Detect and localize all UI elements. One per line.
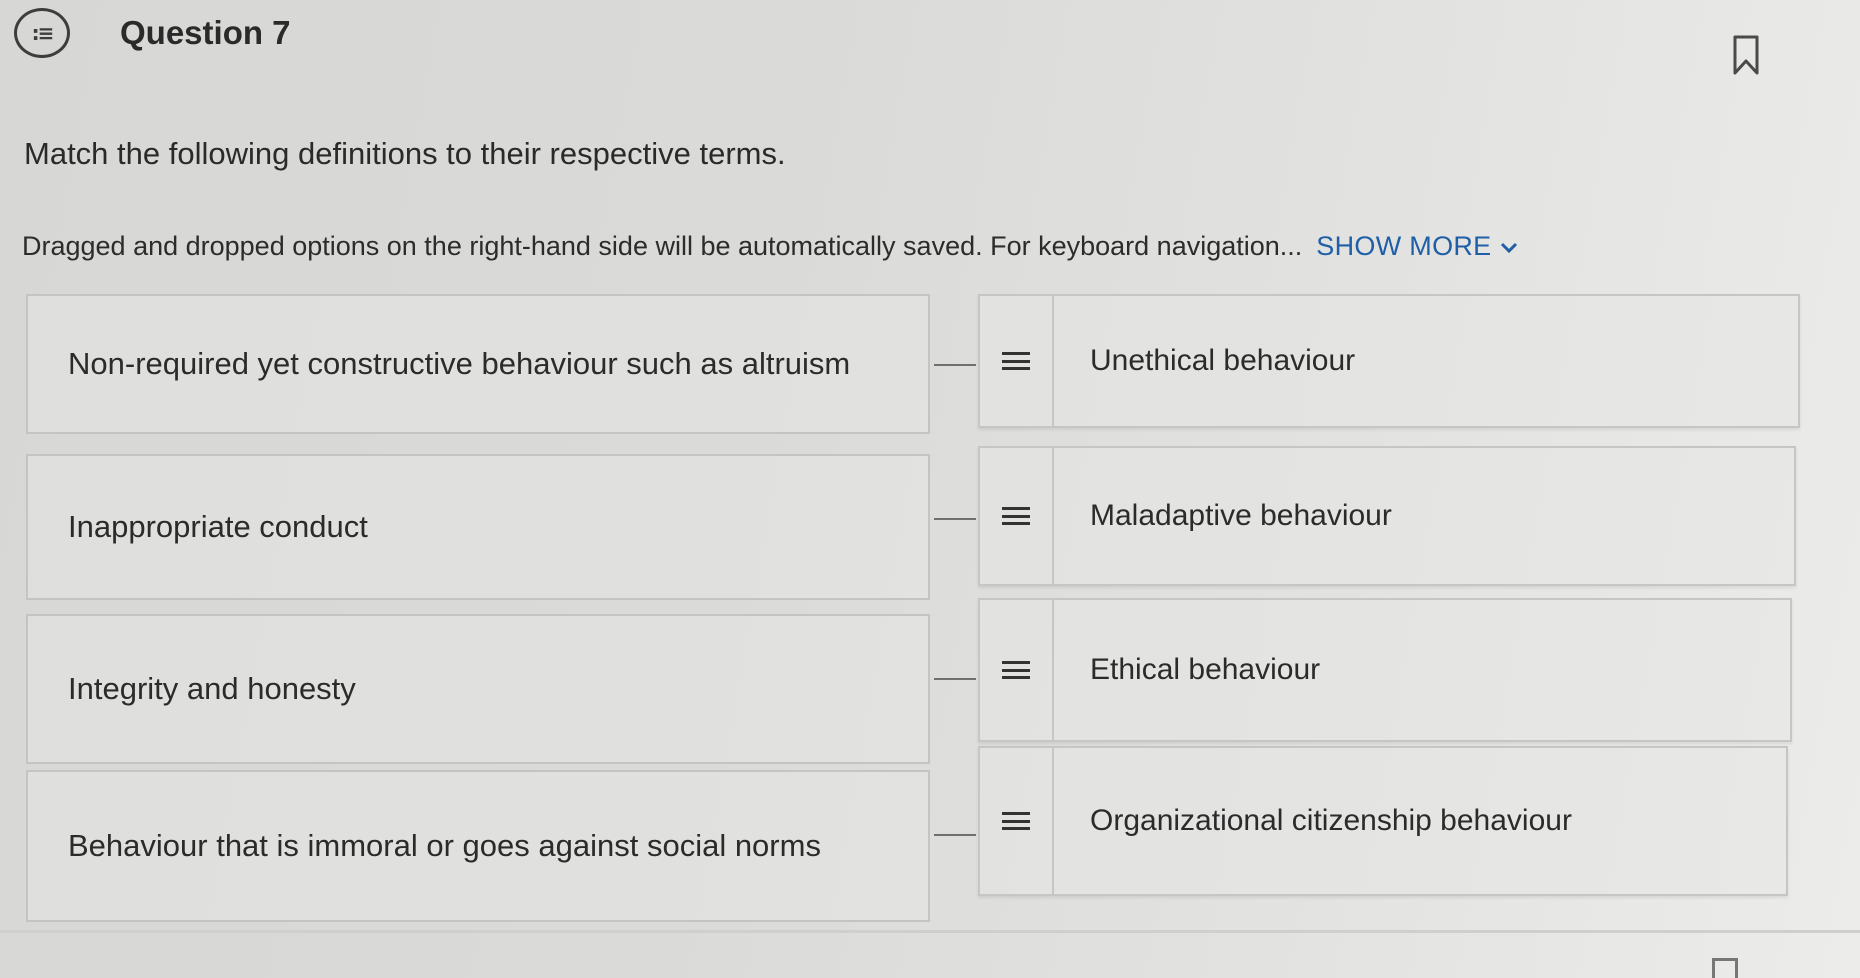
show-more-label[interactable]: SHOW MORE (1316, 231, 1491, 261)
term-text: Organizational citizenship behaviour (1090, 804, 1572, 837)
term-option-1[interactable]: Unethical behaviour (978, 294, 1800, 428)
list-icon[interactable]: :≡ (14, 8, 70, 58)
definition-text: Non-required yet constructive behaviour … (68, 346, 851, 381)
instructions: Dragged and dropped options on the right… (22, 231, 1518, 262)
drag-handle-icon[interactable] (980, 296, 1054, 426)
bookmark-icon[interactable] (1732, 34, 1760, 76)
show-more-link[interactable]: SHOW MORE (1316, 231, 1517, 261)
definition-box-4: Behaviour that is immoral or goes agains… (26, 770, 930, 922)
definition-box-3: Integrity and honesty (26, 614, 930, 764)
partial-icon (1712, 958, 1738, 978)
term-option-2[interactable]: Maladaptive behaviour (978, 446, 1796, 586)
question-header: :≡ Question 7 (14, 8, 291, 58)
question-prompt: Match the following definitions to their… (24, 136, 786, 171)
chevron-down-icon[interactable] (1500, 242, 1518, 254)
definition-box-2: Inappropriate conduct (26, 454, 930, 600)
divider (0, 930, 1860, 933)
instructions-text: Dragged and dropped options on the right… (22, 231, 1303, 261)
connector-line (934, 834, 976, 836)
term-option-4[interactable]: Organizational citizenship behaviour (978, 746, 1788, 896)
connector-line (934, 518, 976, 520)
drag-handle-icon[interactable] (980, 448, 1054, 584)
definition-box-1: Non-required yet constructive behaviour … (26, 294, 930, 434)
term-text: Maladaptive behaviour (1090, 499, 1392, 532)
definition-text: Integrity and honesty (68, 671, 356, 706)
connector-line (934, 364, 976, 366)
question-title: Question 7 (120, 14, 291, 51)
term-text: Ethical behaviour (1090, 653, 1321, 686)
connector-line (934, 678, 976, 680)
drag-handle-icon[interactable] (980, 600, 1054, 740)
question-page: :≡ Question 7 Match the following defini… (0, 0, 1860, 978)
term-text: Unethical behaviour (1090, 344, 1356, 377)
definition-text: Behaviour that is immoral or goes agains… (68, 828, 821, 863)
definition-text: Inappropriate conduct (68, 509, 368, 544)
drag-handle-icon[interactable] (980, 748, 1054, 894)
term-option-3[interactable]: Ethical behaviour (978, 598, 1792, 742)
